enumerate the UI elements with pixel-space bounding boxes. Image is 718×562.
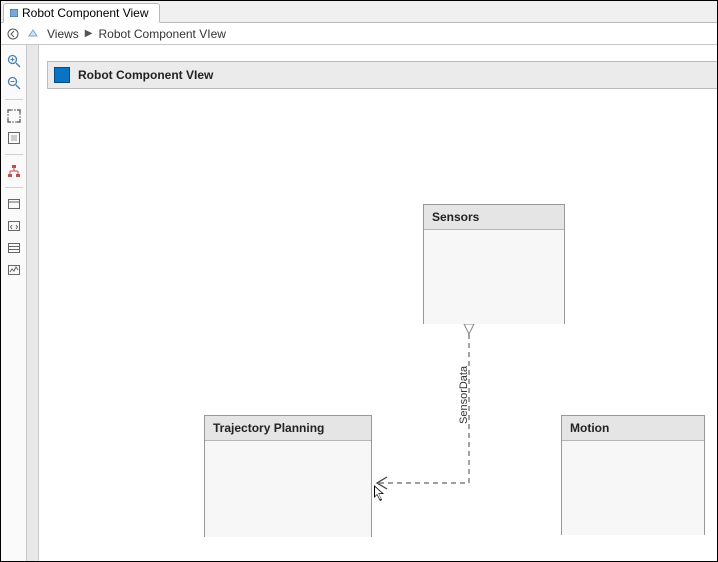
chevron-right-icon: ▶: [85, 28, 93, 39]
component-sensors[interactable]: Sensors: [423, 204, 565, 324]
component-body: [424, 230, 564, 324]
mouse-cursor-icon: [373, 484, 387, 502]
toolbar-separator: [5, 99, 23, 100]
tab-bar: Robot Component View: [1, 1, 717, 23]
breadcrumb-current[interactable]: Robot Component VIew: [97, 27, 228, 41]
view-title: Robot Component VIew: [78, 68, 213, 82]
breadcrumb-bar: Views ▶ Robot Component VIew: [1, 23, 717, 45]
view-header: Robot Component VIew: [47, 61, 717, 89]
panel-icon[interactable]: [5, 195, 23, 213]
zoom-out-icon[interactable]: [5, 74, 23, 92]
component-trajectory-planning[interactable]: Trajectory Planning: [204, 415, 372, 537]
fit-view-icon[interactable]: [5, 107, 23, 125]
connector-label: SensorData: [458, 366, 470, 424]
component-motion[interactable]: Motion: [561, 415, 705, 535]
component-icon: [54, 67, 70, 83]
canvas[interactable]: Robot Component VIew SensorData Sensors …: [27, 45, 717, 561]
hierarchy-icon[interactable]: [5, 162, 23, 180]
side-toolbar: [1, 45, 27, 561]
component-header: Motion: [562, 416, 704, 441]
component-body: [205, 441, 371, 537]
up-icon[interactable]: [25, 26, 41, 42]
canvas-gutter: [27, 45, 39, 561]
breadcrumb-root[interactable]: Views: [45, 27, 81, 41]
code-panel-icon[interactable]: [5, 217, 23, 235]
toolbar-separator: [5, 154, 23, 155]
component-header: Sensors: [424, 205, 564, 230]
component-body: [562, 441, 704, 535]
diagram-surface[interactable]: SensorData Sensors Trajectory Planning M…: [47, 89, 717, 561]
zoom-in-icon[interactable]: [5, 52, 23, 70]
view-icon: [10, 9, 18, 17]
back-icon[interactable]: [5, 26, 21, 42]
actual-size-icon[interactable]: [5, 129, 23, 147]
plot-panel-icon[interactable]: [5, 261, 23, 279]
tab-label: Robot Component View: [22, 6, 149, 20]
layers-panel-icon[interactable]: [5, 239, 23, 257]
component-header: Trajectory Planning: [205, 416, 371, 441]
toolbar-separator: [5, 187, 23, 188]
tab-active[interactable]: Robot Component View: [3, 3, 160, 23]
